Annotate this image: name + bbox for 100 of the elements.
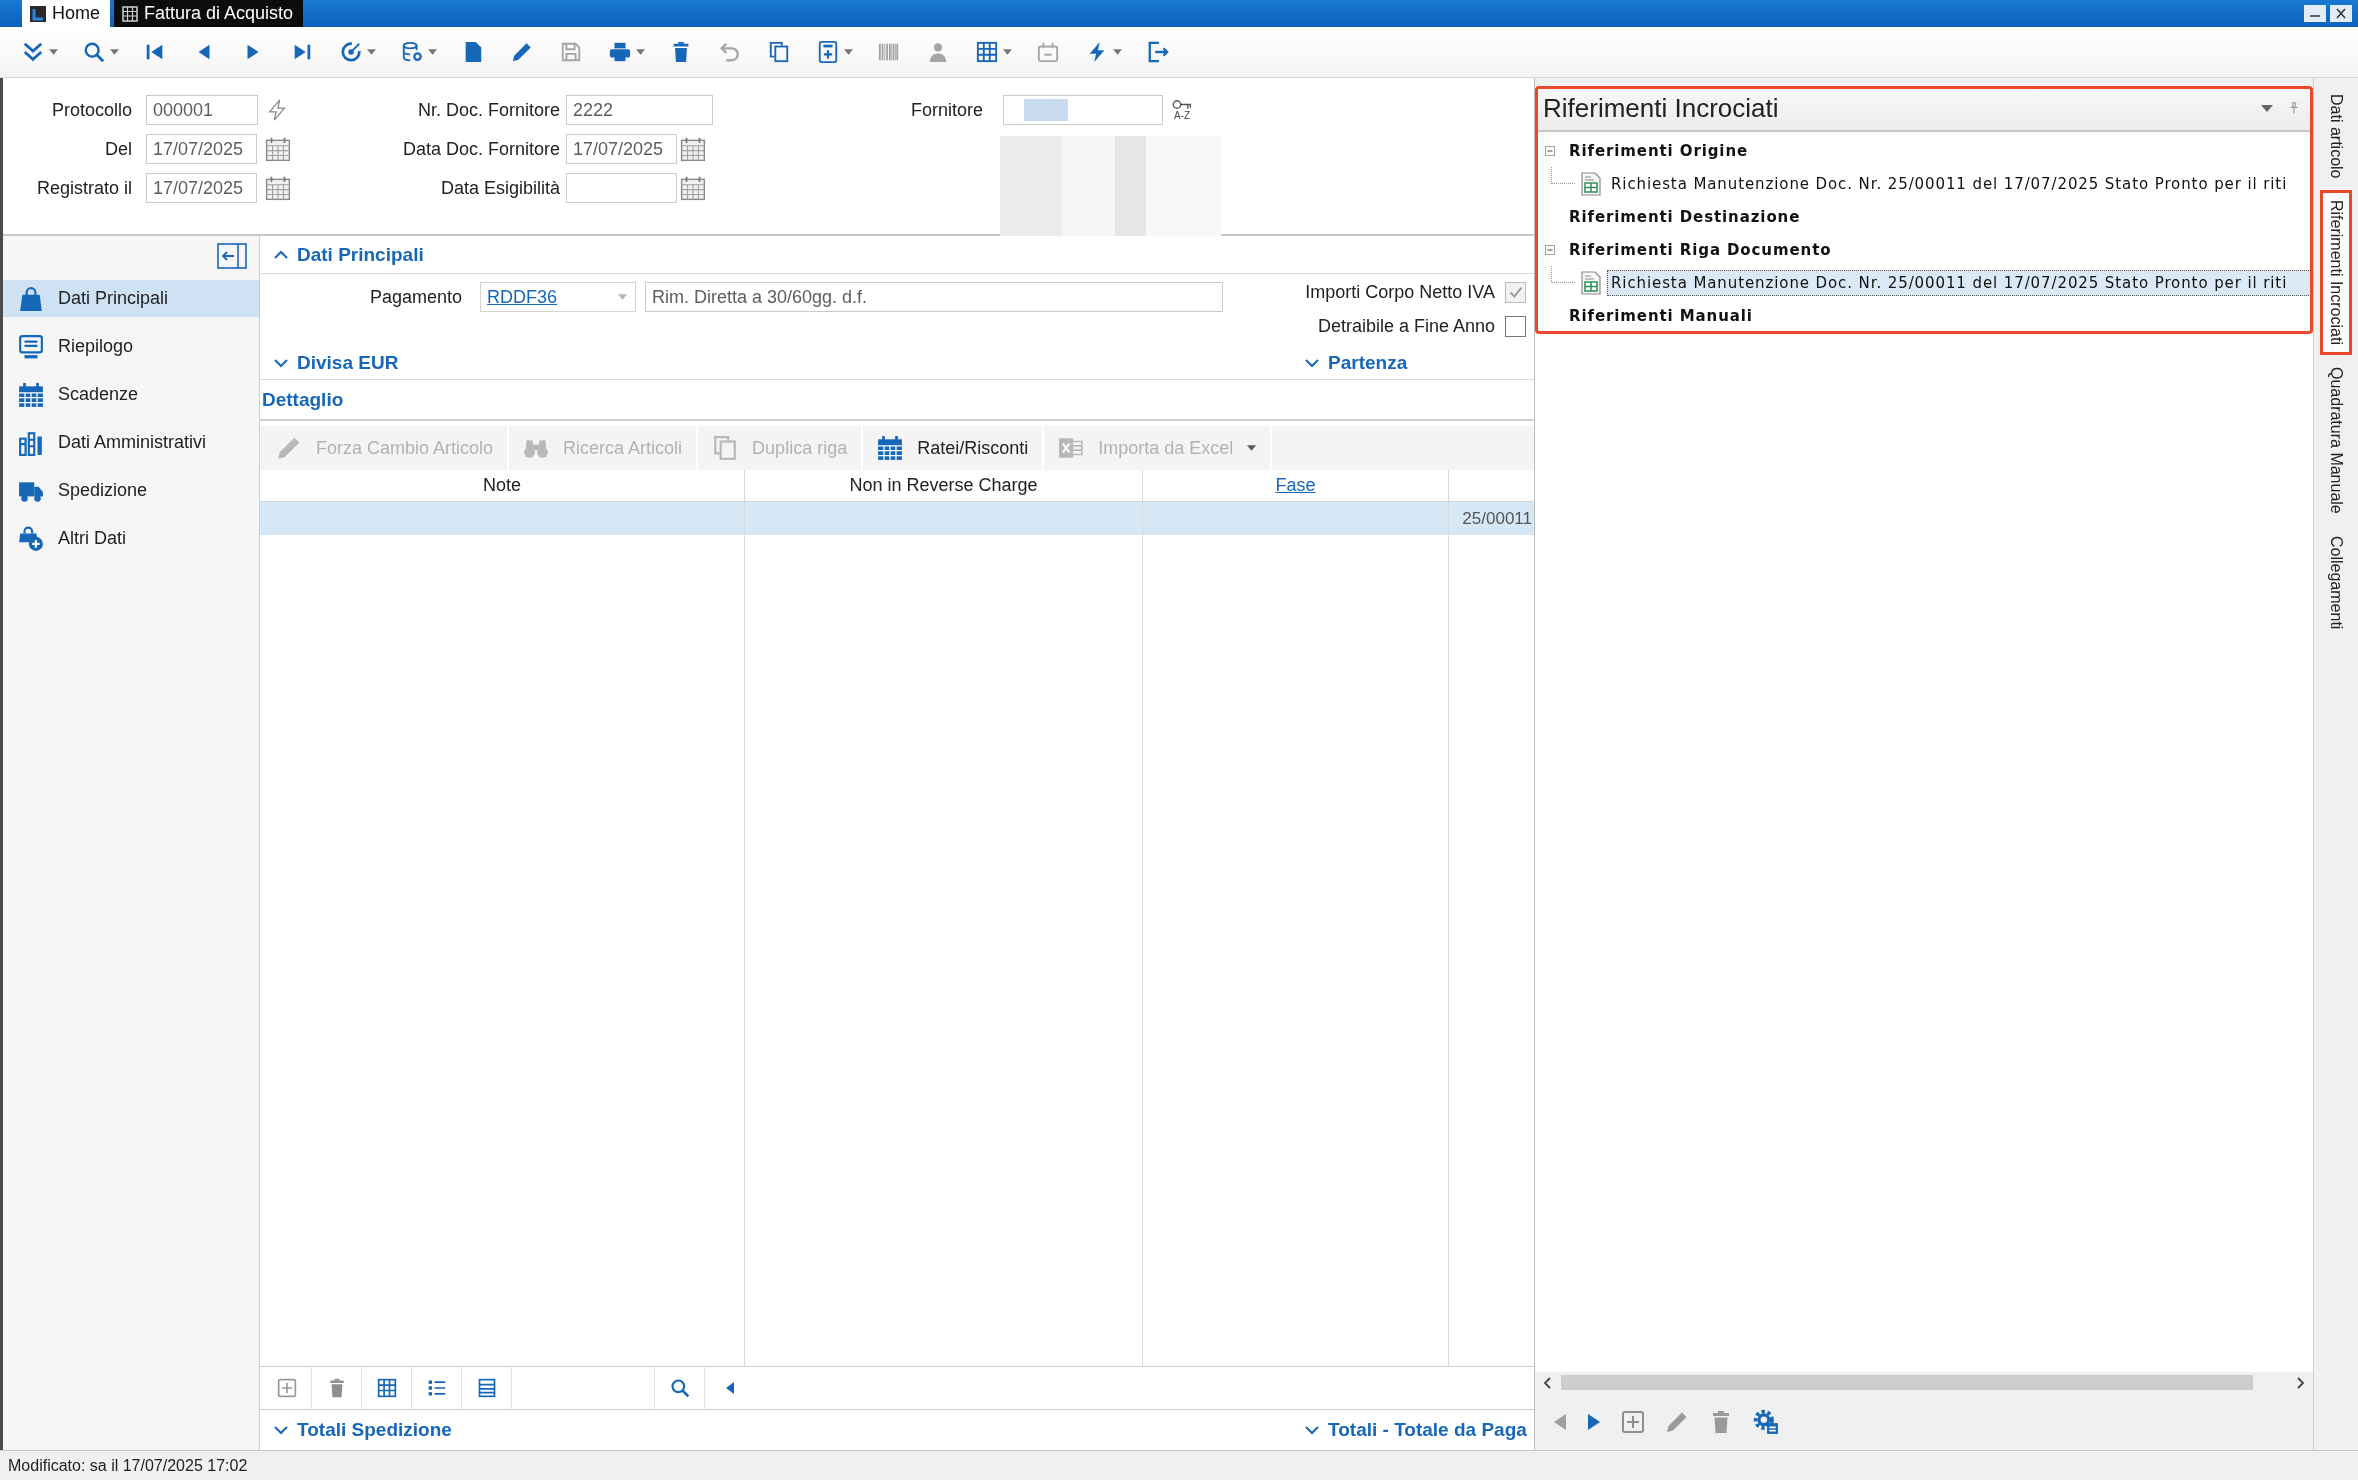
bag-plus-icon	[18, 525, 44, 552]
previous-icon[interactable]	[726, 1382, 734, 1394]
section-header[interactable]: Dati Principali	[260, 243, 424, 266]
sidebar-item[interactable]: Scadenze	[3, 376, 259, 413]
date-field[interactable]: 17/07/2025	[146, 134, 257, 164]
table-icon	[976, 41, 998, 63]
scrollbar-thumb[interactable]	[1561, 1375, 2253, 1390]
caret-icon	[618, 294, 627, 300]
database-icon	[401, 41, 423, 63]
exit-icon	[1147, 41, 1169, 63]
scroll-left-icon[interactable]	[1543, 1376, 1551, 1389]
table-icon[interactable]	[376, 1378, 397, 1398]
caret-icon	[1247, 445, 1257, 451]
collapse-node-icon[interactable]	[1545, 145, 1555, 156]
chevron-down-icon	[274, 1425, 288, 1435]
copy-icon	[712, 435, 739, 461]
date-field[interactable]	[566, 173, 677, 203]
section-header[interactable]: Divisa EUR	[260, 352, 399, 374]
sidebar-item[interactable]: Riepilogo	[3, 328, 259, 365]
search-icon	[83, 41, 105, 63]
tree-node[interactable]: Richiesta Manutenzione Doc. Nr. 25/00011 del 17/07/2025 Stato Pronto per il riti	[1607, 170, 2313, 197]
search-icon[interactable]	[669, 1378, 690, 1398]
sidebar-item[interactable]: Dati Amministrativi	[3, 424, 259, 461]
undo-icon	[719, 41, 741, 63]
document-plus-icon	[817, 41, 839, 63]
sidebar-item[interactable]: Altri Dati	[3, 520, 259, 557]
dropdown-arrow-icon[interactable]	[2261, 104, 2273, 112]
checkbox[interactable]	[1505, 315, 1526, 337]
add-icon[interactable]	[276, 1378, 297, 1398]
monitor-icon	[18, 333, 44, 360]
side-tab[interactable]: Dati articolo	[2320, 84, 2352, 189]
toolbar-button[interactable]: Ratei/Risconti	[863, 426, 1045, 470]
status-text: Modificato: sa il 17/07/2025 17:02	[8, 1456, 248, 1475]
bar-chart-icon	[18, 429, 44, 456]
date-field[interactable]: 17/07/2025	[146, 173, 257, 203]
minimize-icon[interactable]	[2304, 5, 2326, 22]
caret-icon	[428, 49, 437, 55]
side-tab[interactable]: Collegamenti	[2320, 526, 2352, 640]
column-header: Non in Reverse Charge	[745, 470, 1143, 501]
date-field[interactable]: 17/07/2025	[566, 134, 677, 164]
document-icon	[1580, 171, 1602, 196]
next-icon[interactable]	[1587, 1412, 1601, 1431]
input-field[interactable]: 2222	[566, 95, 713, 125]
list-icon[interactable]	[426, 1378, 447, 1398]
tree-node[interactable]: Richiesta Manutenzione Doc. Nr. 25/00011 del 17/07/2025 Stato Pronto per il riti	[1607, 269, 2313, 296]
checkbox-label: Detraibile a Fine Anno	[1317, 315, 1495, 337]
tree-node[interactable]: Riferimenti Origine	[1565, 137, 1753, 164]
check-icon	[1508, 286, 1523, 298]
input-field[interactable]: Rim. Diretta a 30/60gg. d.f.	[645, 282, 1223, 312]
scroll-right-icon[interactable]	[2297, 1376, 2305, 1389]
pencil-icon	[511, 41, 533, 63]
caret-icon	[49, 49, 58, 55]
lightning-icon[interactable]	[266, 99, 288, 121]
person-icon	[927, 41, 949, 63]
horizontal-scrollbar[interactable]	[1535, 1372, 2313, 1393]
copy-icon	[768, 41, 790, 63]
chevron-down-icon	[274, 358, 288, 368]
section-header[interactable]: Partenza	[1305, 352, 1408, 374]
table-row[interactable]: 25/00011	[260, 502, 1534, 535]
window-tab[interactable]: Home	[22, 0, 110, 27]
gear-icon[interactable]	[1753, 1408, 1779, 1435]
field-label: Fornitore	[909, 99, 983, 121]
add-icon[interactable]	[1621, 1409, 1645, 1434]
caret-icon	[110, 49, 119, 55]
lookup-button[interactable]: A-Z	[1167, 95, 1197, 125]
caret-icon	[1113, 49, 1122, 55]
section-header[interactable]: Totali - Totale da Paga	[1305, 1419, 1527, 1441]
input-field[interactable]	[1003, 95, 1163, 125]
document-icon	[1580, 270, 1602, 295]
combo-box[interactable]: RDDF36	[480, 282, 636, 312]
sidebar-item[interactable]: Spedizione	[3, 472, 259, 509]
field-label: Protocollo	[50, 99, 132, 121]
window-tab[interactable]: Fattura di Acquisto	[114, 0, 304, 27]
collapse-panel-icon[interactable]	[217, 243, 247, 269]
tree-node[interactable]: Riferimenti Destinazione	[1565, 203, 1805, 230]
barcode-icon	[878, 41, 900, 63]
section-title: Dettaglio	[262, 388, 344, 411]
input-field[interactable]: 000001	[146, 95, 258, 125]
calendar-icon[interactable]	[265, 175, 291, 201]
calendar-icon[interactable]	[265, 136, 291, 162]
tree-connector-line	[1551, 167, 1575, 184]
field-label: Data Doc. Fornitore	[401, 138, 560, 160]
column-header[interactable]: Fase	[1143, 470, 1449, 501]
tree-node[interactable]: Riferimenti Riga Documento	[1565, 236, 1836, 263]
sidebar-item[interactable]: Dati Principali	[3, 280, 259, 317]
collapse-node-icon[interactable]	[1545, 244, 1555, 255]
shopping-bag-icon	[18, 285, 44, 312]
radar-icon	[340, 41, 362, 63]
chevron-down-icon	[1305, 1425, 1319, 1435]
side-tab[interactable]: Quadratura Manuale	[2320, 357, 2352, 525]
calendar-icon[interactable]	[680, 175, 706, 201]
calendar-icon[interactable]	[680, 136, 706, 162]
section-header[interactable]: Totali Spedizione	[260, 1419, 452, 1441]
side-tab[interactable]: Riferimenti Incrociati	[2320, 190, 2352, 356]
caret-icon	[367, 49, 376, 55]
form-icon[interactable]	[476, 1378, 497, 1398]
field-label: Pagamento	[368, 286, 462, 308]
field-label: Del	[104, 138, 132, 160]
tree-node[interactable]: Riferimenti Manuali	[1565, 302, 1757, 329]
close-icon[interactable]	[2330, 5, 2352, 22]
